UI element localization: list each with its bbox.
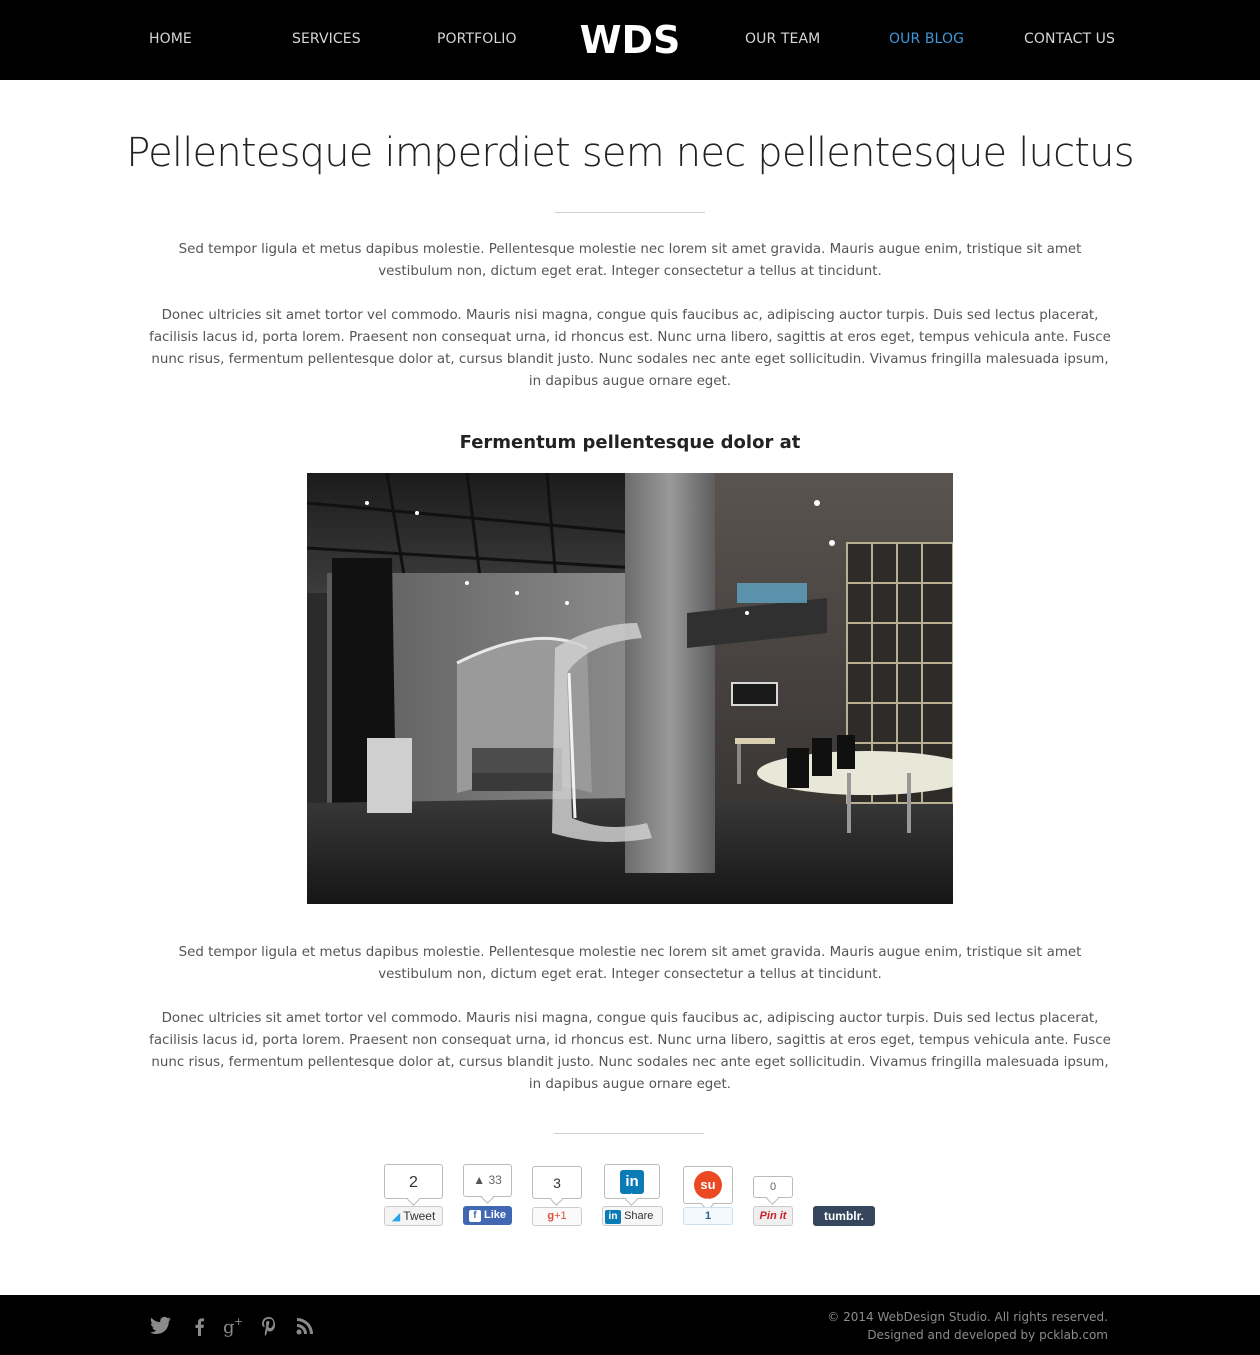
office-interior-photo bbox=[307, 473, 953, 904]
article-subheading: Fermentum pellentesque dolor at bbox=[459, 432, 801, 453]
pinterest-pin-button[interactable]: Pin it bbox=[753, 1206, 793, 1226]
thumbs-up-icon: ▲ bbox=[473, 1173, 486, 1187]
facebook-icon[interactable] bbox=[188, 1315, 212, 1337]
linkedin-share-button[interactable]: in Share bbox=[602, 1206, 663, 1226]
copyright-text: © 2014 WebDesign Studio. All rights rese… bbox=[827, 1310, 1108, 1324]
like-count-value: 33 bbox=[488, 1173, 502, 1187]
share-divider bbox=[554, 1133, 704, 1134]
tumblr-share-button[interactable]: tumblr. bbox=[813, 1206, 875, 1226]
facebook-f-icon: f bbox=[468, 1210, 481, 1222]
linkedin-icon: in bbox=[620, 1170, 644, 1194]
rss-icon[interactable] bbox=[294, 1315, 318, 1337]
linkedin-share-label: Share bbox=[624, 1210, 654, 1222]
nav-services-link[interactable]: SERVICES bbox=[292, 31, 361, 47]
tweet-count: 2 bbox=[384, 1164, 443, 1199]
google-plus-icon[interactable]: g + bbox=[222, 1315, 246, 1338]
stumbleupon-badge[interactable]: su bbox=[683, 1166, 733, 1204]
stumbleupon-icon: su bbox=[694, 1171, 722, 1199]
stumbleupon-count: 1 bbox=[683, 1207, 733, 1225]
intro-paragraph-1: Sed tempor ligula et metus dapibus moles… bbox=[178, 242, 1082, 279]
credits-text: Designed and developed by pcklab.com bbox=[867, 1328, 1108, 1342]
nav-our-blog-link[interactable]: OUR BLOG bbox=[889, 31, 964, 47]
linkedin-small-icon: in bbox=[605, 1210, 621, 1224]
pinterest-icon[interactable] bbox=[258, 1315, 282, 1337]
top-navigation-bar: HOME SERVICES PORTFOLIO WDS OUR TEAM OUR… bbox=[0, 0, 1260, 80]
nav-our-team-link[interactable]: OUR TEAM bbox=[745, 31, 820, 47]
google-plus-count: 3 bbox=[532, 1166, 582, 1199]
facebook-like-button[interactable]: f Like bbox=[463, 1206, 512, 1225]
google-plus-one-button[interactable]: g+1 bbox=[532, 1207, 582, 1226]
svg-text:g: g bbox=[223, 1317, 235, 1337]
body-paragraph-4: Donec ultricies sit amet tortor vel comm… bbox=[149, 1011, 1111, 1092]
linkedin-count-box: in bbox=[604, 1164, 660, 1199]
tweet-button[interactable]: ◢ Tweet bbox=[384, 1206, 443, 1226]
svg-text:+: + bbox=[234, 1315, 243, 1328]
nav-contact-us-link[interactable]: CONTACT US bbox=[1024, 31, 1115, 47]
body-paragraph-3: Sed tempor ligula et metus dapibus moles… bbox=[178, 945, 1082, 982]
twitter-icon[interactable] bbox=[149, 1315, 173, 1337]
title-divider bbox=[555, 212, 705, 213]
pin-it-label: Pin it bbox=[759, 1210, 787, 1222]
tumblr-label: tumblr. bbox=[823, 1209, 864, 1223]
site-footer: g + © 2014 WebDesign Studio. All rights r… bbox=[0, 1295, 1260, 1355]
tweet-button-label: Tweet bbox=[403, 1209, 436, 1223]
article-title: Pellentesque imperdiet sem nec pellentes… bbox=[126, 130, 1134, 176]
site-logo[interactable]: WDS bbox=[560, 16, 700, 64]
intro-paragraph-2: Donec ultricies sit amet tortor vel comm… bbox=[149, 308, 1111, 389]
nav-portfolio-link[interactable]: PORTFOLIO bbox=[437, 31, 517, 47]
facebook-like-count: ▲ 33 bbox=[463, 1164, 512, 1197]
nav-home-link[interactable]: HOME bbox=[149, 31, 192, 47]
twitter-bird-icon: ◢ bbox=[391, 1211, 401, 1223]
plus-one-label: +1 bbox=[554, 1210, 567, 1222]
pinterest-count: 0 bbox=[753, 1176, 793, 1198]
like-button-label: Like bbox=[484, 1209, 507, 1221]
